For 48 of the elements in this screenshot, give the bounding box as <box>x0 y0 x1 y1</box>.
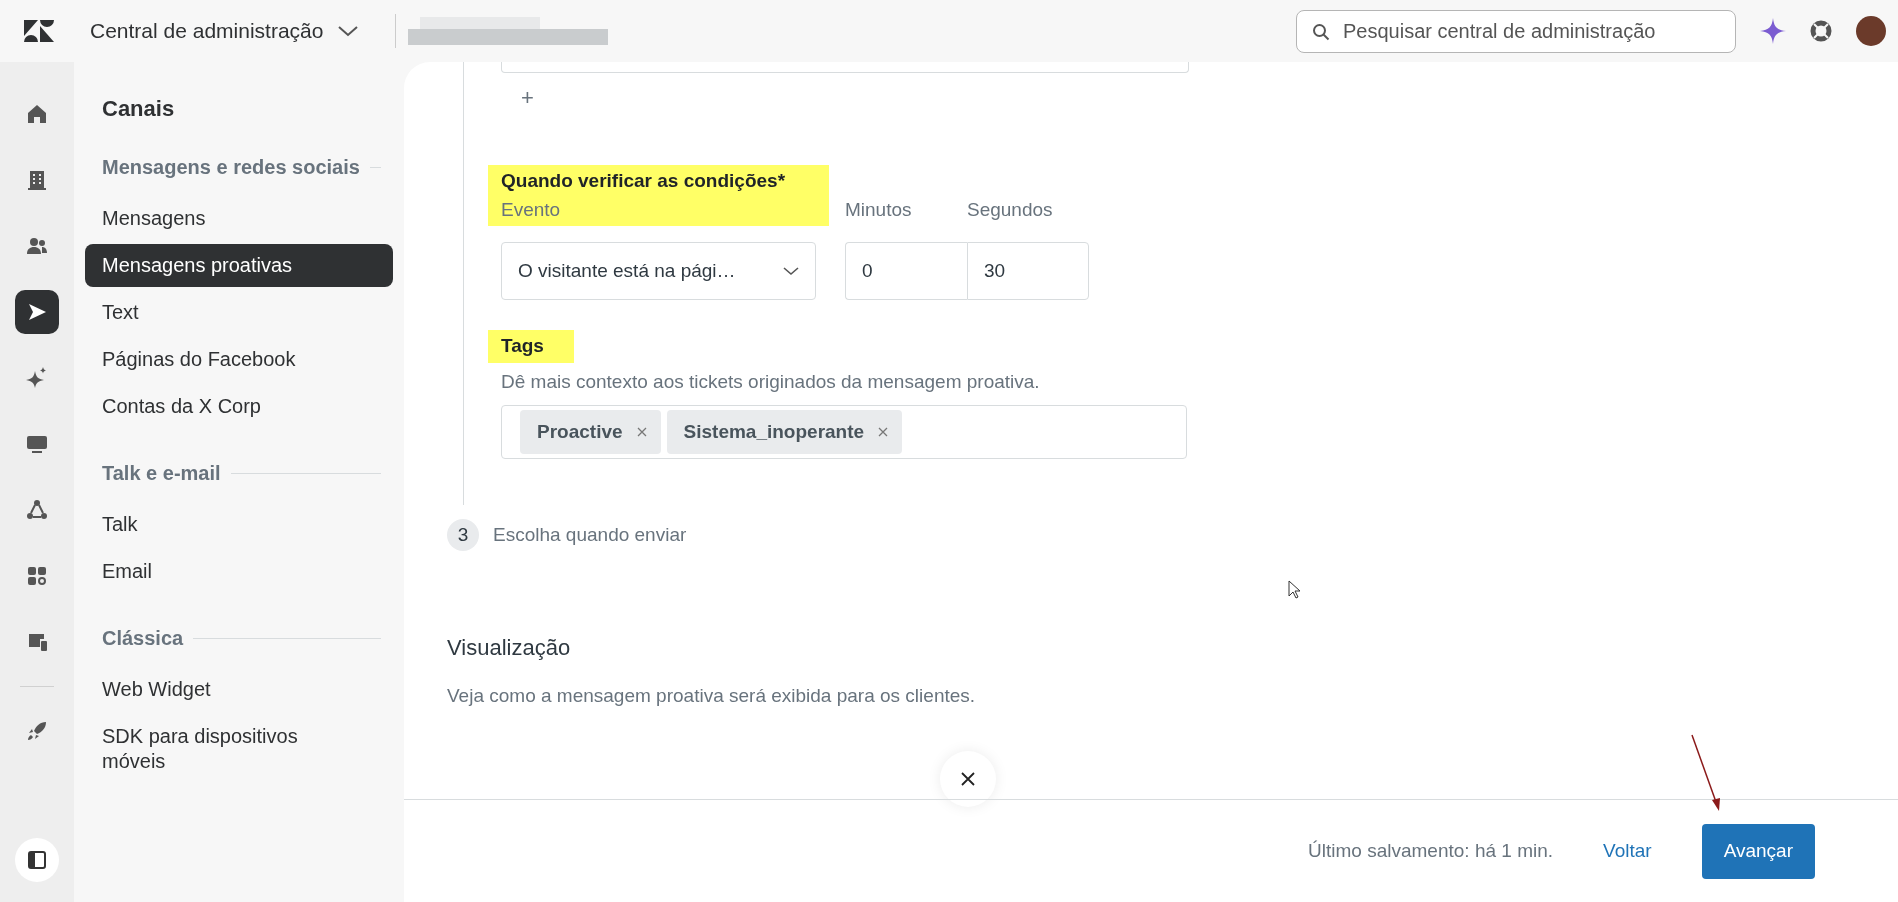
field-label: Segundos <box>967 198 1053 220</box>
nav-item[interactable]: Contas da X Corp <box>85 385 393 428</box>
last-saved-text: Último salvamento: há 1 min. <box>1308 840 1554 862</box>
next-button[interactable]: Avançar <box>1701 823 1815 879</box>
section-heading: Talk e e-mail <box>102 462 221 485</box>
back-link[interactable]: Voltar <box>1603 840 1652 862</box>
tags-field[interactable]: Proactive Sistema_inoperante <box>501 404 1187 459</box>
tags-heading: Tags <box>501 335 544 356</box>
nav-item[interactable]: Web Widget <box>85 668 393 711</box>
input-field[interactable] <box>501 62 1189 73</box>
sparkle-icon[interactable] <box>1760 18 1786 44</box>
close-icon <box>960 770 976 787</box>
nav-item[interactable]: Mensagens <box>85 197 393 240</box>
product-menu[interactable]: Central de administração <box>90 19 360 43</box>
nav-item[interactable]: SDK para dispositivos móveis <box>85 715 393 783</box>
send-icon[interactable] <box>15 290 59 334</box>
section-heading: Mensagens e redes sociais <box>102 156 360 179</box>
tag-label: Sistema_inoperante <box>683 420 865 443</box>
preview-description: Veja como a mensagem proativa será exibida para os clientes. <box>447 684 977 707</box>
field-label: Minutos <box>845 198 912 220</box>
nav-item[interactable]: Páginas do Facebook <box>85 338 393 381</box>
section-heading: Clássica <box>102 627 184 650</box>
tag-label: Proactive <box>537 420 623 443</box>
search-field[interactable]: Pesquisar central de administração <box>1296 9 1736 53</box>
chevron-down-icon <box>337 25 360 37</box>
preview-heading: Visualização <box>447 634 571 661</box>
panel-toggle-icon[interactable] <box>15 838 59 882</box>
tags-description: Dê mais contexto aos tickets originados da mensagem proativa. <box>501 370 1041 393</box>
step-label[interactable]: Escolha quando enviar <box>493 523 687 546</box>
avatar[interactable] <box>1856 16 1886 46</box>
help-icon[interactable] <box>1810 20 1832 42</box>
nav-title: Canais <box>101 95 176 123</box>
logo-icon[interactable] <box>24 20 54 42</box>
event-dropdown[interactable]: O visitante está na pági… <box>501 242 816 300</box>
add-button[interactable]: + <box>501 77 554 119</box>
nav-item[interactable]: Text <box>85 291 393 334</box>
nav-item[interactable]: Talk <box>85 503 393 546</box>
conditions-heading: Quando verificar as condições* <box>501 169 787 193</box>
remove-icon[interactable] <box>636 426 647 437</box>
nav-item[interactable]: Mensagens proativas <box>85 244 393 287</box>
step-number: 3 <box>447 518 479 551</box>
mouse-cursor-icon <box>1288 580 1302 600</box>
remove-icon[interactable] <box>878 426 889 437</box>
chevron-down-icon <box>783 266 799 276</box>
seconds-field[interactable]: 30 <box>967 242 1089 300</box>
field-label: Evento <box>501 197 562 222</box>
minutes-field[interactable]: 0 <box>845 242 967 300</box>
nav-item[interactable]: Email <box>85 550 393 593</box>
